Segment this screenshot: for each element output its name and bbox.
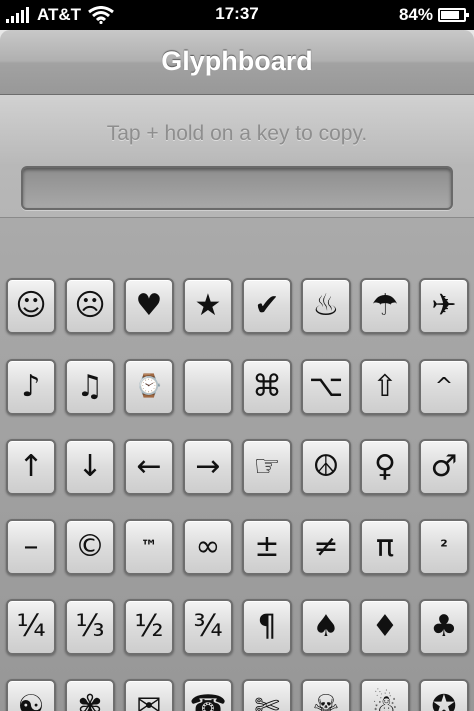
copy-field[interactable] bbox=[21, 166, 453, 210]
glyph-key[interactable]: ± bbox=[242, 519, 292, 575]
glyph-keyboard: ☺ ☹ ♥ ★ ✔ ♨ ☂ ✈ ♪ ♫ ⌚ ⌘ ⌥ ⇧ ^ ↑ ↓ ← → ☞ ☮ ♀ ♂ – © ™ ∞ ± ≠ π ² ¼ ⅓ ½ ¾ ¶ ♠ ♦ ♣ ☯… bbox=[0, 217, 474, 711]
glyph-key[interactable]: ^ bbox=[419, 359, 469, 415]
navigation-bar: Glyphboard bbox=[0, 30, 474, 95]
battery-percent: 84% bbox=[398, 5, 433, 24]
glyph-key[interactable]: ✄ bbox=[242, 679, 292, 711]
glyph-key[interactable]: ☹ bbox=[65, 278, 115, 334]
glyph-key[interactable]: ← bbox=[124, 439, 174, 495]
glyph-key[interactable]: ¶ bbox=[242, 599, 292, 655]
battery-nub bbox=[466, 13, 469, 17]
nav-title: Glyphboard bbox=[161, 46, 313, 76]
glyph-key[interactable]: ☯ bbox=[6, 679, 56, 711]
glyph-key[interactable]: ✾ bbox=[65, 679, 115, 711]
glyph-key[interactable]: ☞ bbox=[242, 439, 292, 495]
glyph-key[interactable]: ™ bbox=[124, 519, 174, 575]
glyph-key[interactable]: → bbox=[183, 439, 233, 495]
status-right: 84% bbox=[398, 5, 469, 25]
glyph-key[interactable]: ✈ bbox=[419, 278, 469, 334]
glyph-key[interactable]: ⌚ bbox=[124, 359, 174, 415]
glyph-key[interactable]: ☂ bbox=[360, 278, 410, 334]
glyph-key[interactable]: ⅓ bbox=[65, 599, 115, 655]
glyph-key[interactable]: ⌘ bbox=[242, 359, 292, 415]
glyph-key[interactable] bbox=[183, 359, 233, 415]
glyph-key[interactable]: ↑ bbox=[6, 439, 56, 495]
glyph-key[interactable]: ♦ bbox=[360, 599, 410, 655]
glyph-key[interactable]: ∞ bbox=[183, 519, 233, 575]
glyph-key[interactable]: ¼ bbox=[6, 599, 56, 655]
glyph-key[interactable]: © bbox=[65, 519, 115, 575]
battery-fill bbox=[441, 11, 459, 19]
glyph-key[interactable]: ☠ bbox=[301, 679, 351, 711]
glyph-key[interactable]: ★ bbox=[183, 278, 233, 334]
glyph-key[interactable]: – bbox=[6, 519, 56, 575]
glyph-key[interactable]: ♣ bbox=[419, 599, 469, 655]
battery-icon bbox=[438, 8, 469, 22]
screen: AT&T 17:37 84% Glyphboard Tap + hold on … bbox=[0, 0, 474, 711]
glyph-key[interactable]: ↓ bbox=[65, 439, 115, 495]
glyph-key[interactable]: ♀ bbox=[360, 439, 410, 495]
glyph-key[interactable]: ☎ bbox=[183, 679, 233, 711]
glyph-key[interactable]: ✉ bbox=[124, 679, 174, 711]
glyph-key[interactable]: ♪ bbox=[6, 359, 56, 415]
glyph-key[interactable]: ¾ bbox=[183, 599, 233, 655]
glyph-key[interactable]: ⌥ bbox=[301, 359, 351, 415]
glyph-key[interactable]: ✔ bbox=[242, 278, 292, 334]
glyph-key[interactable]: π bbox=[360, 519, 410, 575]
glyph-key[interactable]: ½ bbox=[124, 599, 174, 655]
glyph-key[interactable]: ♠ bbox=[301, 599, 351, 655]
glyph-key[interactable]: ♂ bbox=[419, 439, 469, 495]
glyph-key[interactable]: ✪ bbox=[419, 679, 469, 711]
glyph-key[interactable]: ☺ bbox=[6, 278, 56, 334]
app-body: Glyphboard Tap + hold on a key to copy. … bbox=[0, 30, 474, 711]
glyph-key[interactable]: ☮ bbox=[301, 439, 351, 495]
glyph-key[interactable]: ≠ bbox=[301, 519, 351, 575]
glyph-key[interactable]: ♥ bbox=[124, 278, 174, 334]
status-bar: AT&T 17:37 84% bbox=[0, 0, 474, 30]
glyph-key[interactable]: ♨ bbox=[301, 278, 351, 334]
copy-hint: Tap + hold on a key to copy. bbox=[106, 122, 368, 145]
glyph-key[interactable]: ⇧ bbox=[360, 359, 410, 415]
glyph-key[interactable]: ² bbox=[419, 519, 469, 575]
glyph-key[interactable]: ♫ bbox=[65, 359, 115, 415]
glyph-key[interactable]: ☃ bbox=[360, 679, 410, 711]
